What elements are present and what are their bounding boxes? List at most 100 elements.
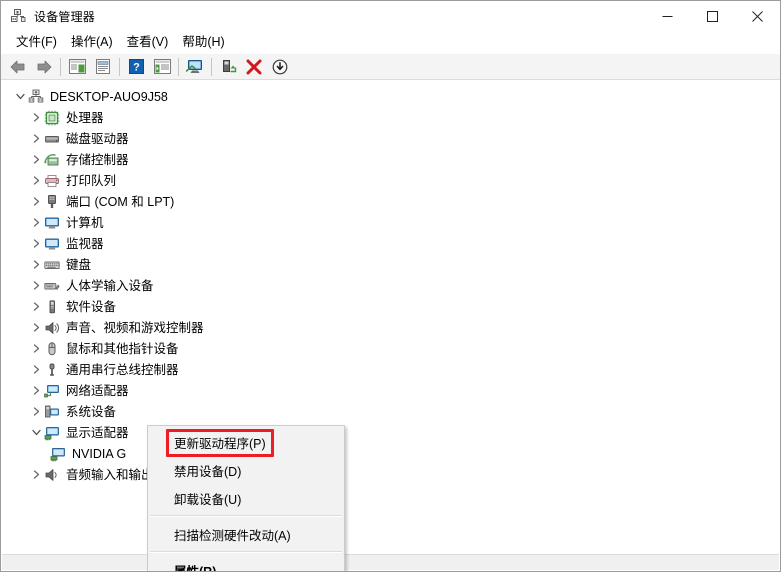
tree-row-computer[interactable]: 计算机 <box>2 212 779 233</box>
tree-row-root[interactable]: DESKTOP-AUO9J58 <box>2 86 779 107</box>
port-icon <box>44 194 60 210</box>
menu-file[interactable]: 文件(F) <box>9 32 64 53</box>
audio-io-icon <box>44 467 60 483</box>
chevron-right-icon[interactable] <box>28 212 44 233</box>
storage-controller-icon <box>44 152 60 168</box>
chevron-right-icon[interactable] <box>28 254 44 275</box>
chevron-right-icon[interactable] <box>28 317 44 338</box>
chevron-right-icon[interactable] <box>28 170 44 191</box>
tree-label-storage-controllers: 存储控制器 <box>66 152 129 168</box>
toolbar-separator-1 <box>60 58 61 76</box>
tree-label-monitors: 监视器 <box>66 236 104 252</box>
ctx-scan-hardware[interactable]: 扫描检测硬件改动(A) <box>148 520 344 548</box>
disable-device-icon[interactable] <box>268 56 292 78</box>
chevron-right-icon[interactable] <box>28 107 44 128</box>
tree-label-keyboards: 键盘 <box>66 257 91 273</box>
tree-label-print-queues: 打印队列 <box>66 173 116 189</box>
sound-video-game-icon <box>44 320 60 336</box>
forward-arrow-icon[interactable] <box>32 56 56 78</box>
tree-label-system-devices: 系统设备 <box>66 404 116 420</box>
tree-label-computer: 计算机 <box>66 215 104 231</box>
tree-label-network-adapters: 网络适配器 <box>66 383 129 399</box>
tree-label-nvidia-gpu: NVIDIA G <box>72 446 126 462</box>
tree-label-disk-drives: 磁盘驱动器 <box>66 131 129 147</box>
properties-icon[interactable] <box>91 56 115 78</box>
tree-row-storage-controllers[interactable]: 存储控制器 <box>2 149 779 170</box>
chevron-right-icon[interactable] <box>28 128 44 149</box>
menu-action[interactable]: 操作(A) <box>64 32 120 53</box>
action-pane-icon[interactable] <box>150 56 174 78</box>
tree-row-display-adapters[interactable]: 显示适配器 <box>2 422 779 443</box>
chevron-right-icon[interactable] <box>28 149 44 170</box>
tree-row-hid[interactable]: 人体学输入设备 <box>2 275 779 296</box>
mouse-icon <box>44 341 60 357</box>
tree-label-root: DESKTOP-AUO9J58 <box>50 89 168 105</box>
computer-root-icon <box>28 89 44 105</box>
tree-label-sound-video-game: 声音、视频和游戏控制器 <box>66 320 204 336</box>
keyboard-icon <box>44 257 60 273</box>
help-icon[interactable]: ? <box>124 56 148 78</box>
tree-row-network-adapters[interactable]: 网络适配器 <box>2 380 779 401</box>
chevron-right-icon[interactable] <box>28 380 44 401</box>
menu-view[interactable]: 查看(V) <box>120 32 176 53</box>
ctx-update-driver[interactable]: 更新驱动程序(P) <box>148 428 344 456</box>
chevron-right-icon[interactable] <box>28 275 44 296</box>
tree-row-usb-controllers[interactable]: 通用串行总线控制器 <box>2 359 779 380</box>
tree-row-system-devices[interactable]: 系统设备 <box>2 401 779 422</box>
close-button[interactable] <box>735 1 780 31</box>
scan-hardware-icon[interactable] <box>183 56 207 78</box>
tree-row-keyboards[interactable]: 键盘 <box>2 254 779 275</box>
tree-row-processor[interactable]: 处理器 <box>2 107 779 128</box>
uninstall-device-icon[interactable] <box>242 56 266 78</box>
processor-icon <box>44 110 60 126</box>
tree-label-mice: 鼠标和其他指针设备 <box>66 341 179 357</box>
device-manager-window: 设备管理器 文件(F) 操作(A) 查看(V) 帮助(H) <box>0 0 781 572</box>
computer-icon <box>44 215 60 231</box>
toolbar-separator-2 <box>119 58 120 76</box>
tree-row-audio-io[interactable]: 音频输入和输出 <box>2 464 779 485</box>
tree-row-nvidia-gpu[interactable]: NVIDIA G <box>2 443 779 464</box>
tree-row-monitors[interactable]: 监视器 <box>2 233 779 254</box>
chevron-right-icon[interactable] <box>28 191 44 212</box>
chevron-right-icon[interactable] <box>28 464 44 485</box>
toolbar-separator-4 <box>211 58 212 76</box>
chevron-right-icon[interactable] <box>28 401 44 422</box>
chevron-down-icon[interactable] <box>12 86 28 107</box>
disk-drive-icon <box>44 131 60 147</box>
svg-text:?: ? <box>133 62 140 74</box>
display-adapter-child-icon <box>50 446 66 462</box>
ctx-disable-device[interactable]: 禁用设备(D) <box>148 456 344 484</box>
chevron-right-icon[interactable] <box>28 233 44 254</box>
show-hide-console-tree-icon[interactable] <box>65 56 89 78</box>
tree-row-disk-drives[interactable]: 磁盘驱动器 <box>2 128 779 149</box>
display-adapter-icon <box>44 425 60 441</box>
tree-row-mice[interactable]: 鼠标和其他指针设备 <box>2 338 779 359</box>
menu-help[interactable]: 帮助(H) <box>175 32 231 53</box>
ctx-uninstall-device[interactable]: 卸载设备(U) <box>148 484 344 512</box>
tree-label-hid: 人体学输入设备 <box>66 278 154 294</box>
update-driver-icon[interactable] <box>216 56 240 78</box>
network-adapter-icon <box>44 383 60 399</box>
monitor-icon <box>44 236 60 252</box>
chevron-right-icon[interactable] <box>28 338 44 359</box>
ctx-separator-1 <box>150 515 342 517</box>
back-arrow-icon[interactable] <box>6 56 30 78</box>
toolbar: ? <box>1 54 780 80</box>
chevron-right-icon[interactable] <box>28 296 44 317</box>
minimize-button[interactable] <box>645 1 690 31</box>
tree-row-ports[interactable]: 端口 (COM 和 LPT) <box>2 191 779 212</box>
tree-label-ports: 端口 (COM 和 LPT) <box>66 194 174 210</box>
ctx-properties[interactable]: 属性(R) <box>148 556 344 572</box>
system-device-icon <box>44 404 60 420</box>
tree-row-software-devices[interactable]: 软件设备 <box>2 296 779 317</box>
device-tree-panel[interactable]: DESKTOP-AUO9J58 <box>2 81 779 555</box>
chevron-right-icon[interactable] <box>28 359 44 380</box>
toolbar-separator-3 <box>178 58 179 76</box>
maximize-button[interactable] <box>690 1 735 31</box>
chevron-down-icon[interactable] <box>28 422 44 443</box>
tree-row-print-queues[interactable]: 打印队列 <box>2 170 779 191</box>
tree-row-sound-video-game[interactable]: 声音、视频和游戏控制器 <box>2 317 779 338</box>
print-queue-icon <box>44 173 60 189</box>
window-title: 设备管理器 <box>34 8 95 25</box>
tree-label-usb-controllers: 通用串行总线控制器 <box>66 362 179 378</box>
